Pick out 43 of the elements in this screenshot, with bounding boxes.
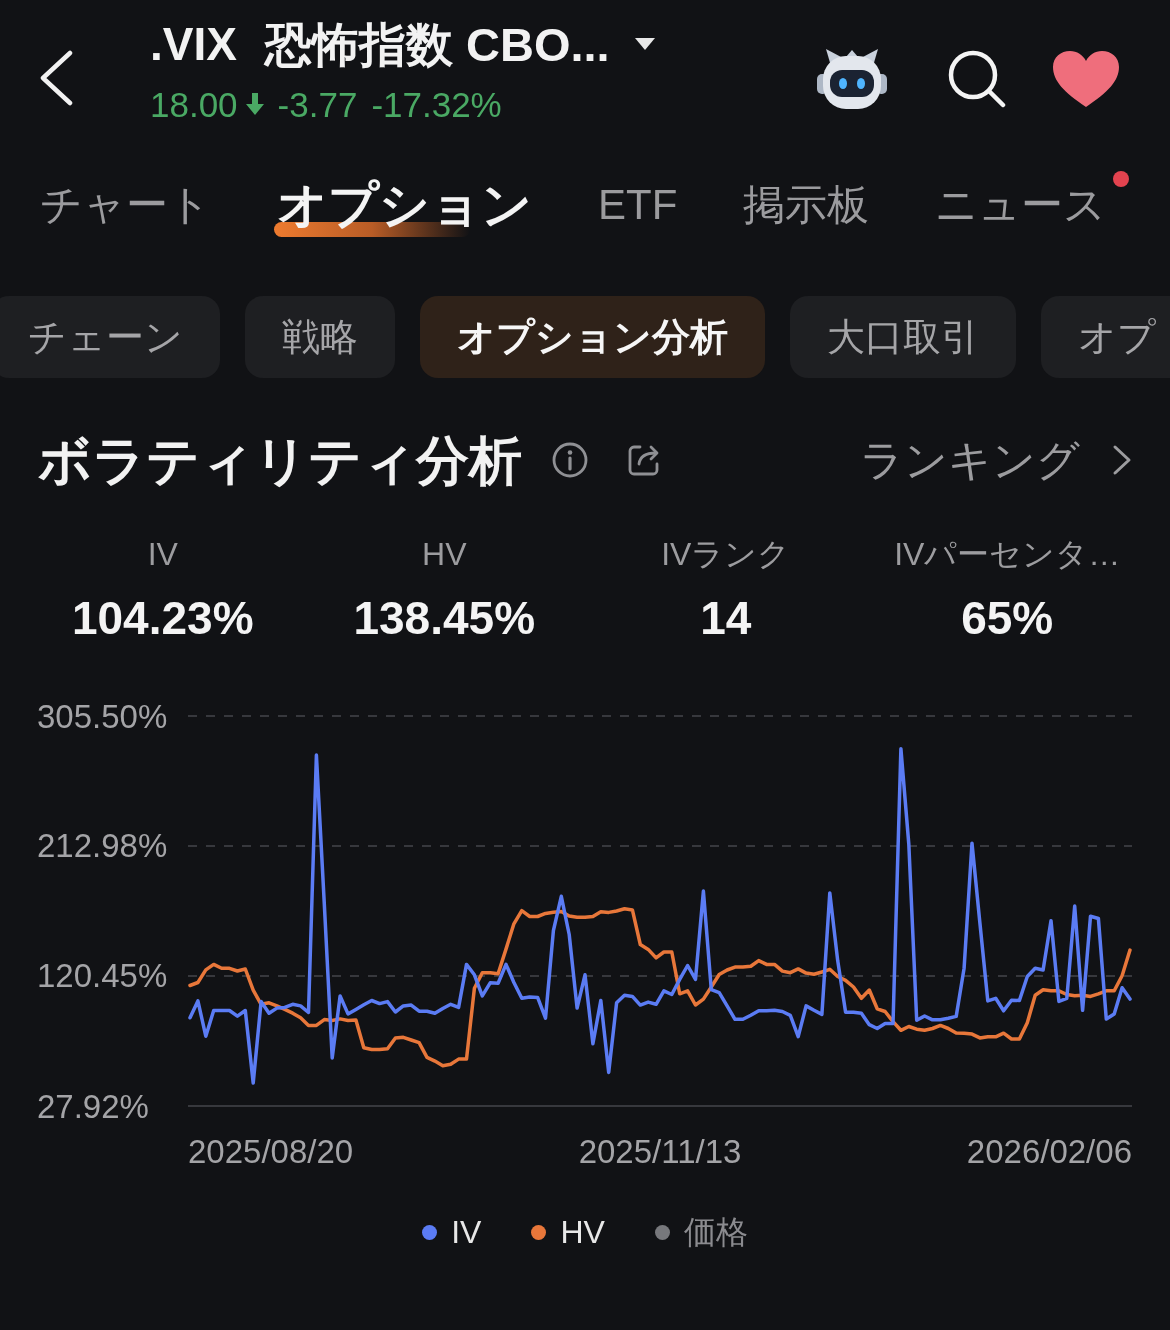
tab[interactable]: ETF [598,173,678,237]
ranking-link[interactable]: ランキング [860,438,1132,482]
legend-item[interactable]: 価格 [654,1216,748,1248]
sub-tab[interactable]: 大口取引 [790,296,1016,378]
tab[interactable]: 掲示板 [743,173,870,237]
stat-value: 138.45% [353,591,536,646]
y-axis-label: 305.50% [37,697,168,735]
stat-label: IV [147,535,178,574]
stat-label: HV [422,535,467,574]
tab[interactable]: ニュース [935,173,1107,237]
x-axis-label: 2026/02/06 [966,1132,1132,1170]
y-axis-label: 27.92% [37,1087,149,1125]
caret-down-icon[interactable] [633,37,656,51]
price-change-percent: -17.32% [371,86,502,122]
sub-tab[interactable]: チェーン [0,296,220,378]
sub-tab[interactable]: 戦略 [245,296,395,378]
x-axis-label: 2025/08/20 [188,1132,354,1170]
legend-item[interactable]: IV [422,1216,482,1248]
stat-label: IVパーセンタ… [894,535,1121,574]
ticker-symbol: .VIX [150,21,237,67]
stat-label: IVランク [661,535,791,574]
price-change: -3.77 [277,86,358,122]
y-axis-label: 212.98% [37,827,168,865]
price-value: 18.00 [150,86,238,122]
sub-tab[interactable]: オプ [1041,296,1170,378]
sub-tab[interactable]: オプション分析 [420,296,765,378]
tab[interactable]: チャート [40,173,211,237]
x-axis-label: 2025/11/13 [578,1132,742,1170]
share-icon[interactable] [627,443,661,477]
stat-value: 104.23% [71,591,254,646]
instrument-name: 恐怖指数 CBO... [264,20,610,68]
legend-item[interactable]: HV [531,1216,605,1248]
heart-icon[interactable] [1052,50,1120,108]
chevron-right-icon [1112,444,1132,476]
tab[interactable]: オプション [277,173,532,237]
info-icon[interactable] [552,442,588,478]
robot-icon[interactable] [816,48,888,110]
search-icon[interactable] [948,50,1006,108]
chevron-left-icon[interactable] [38,50,74,106]
y-axis-label: 120.45% [37,957,168,995]
section-title: ボラティリティ分析 [38,433,522,487]
stat-value: 14 [700,591,752,646]
stat-value: 65% [961,591,1054,646]
